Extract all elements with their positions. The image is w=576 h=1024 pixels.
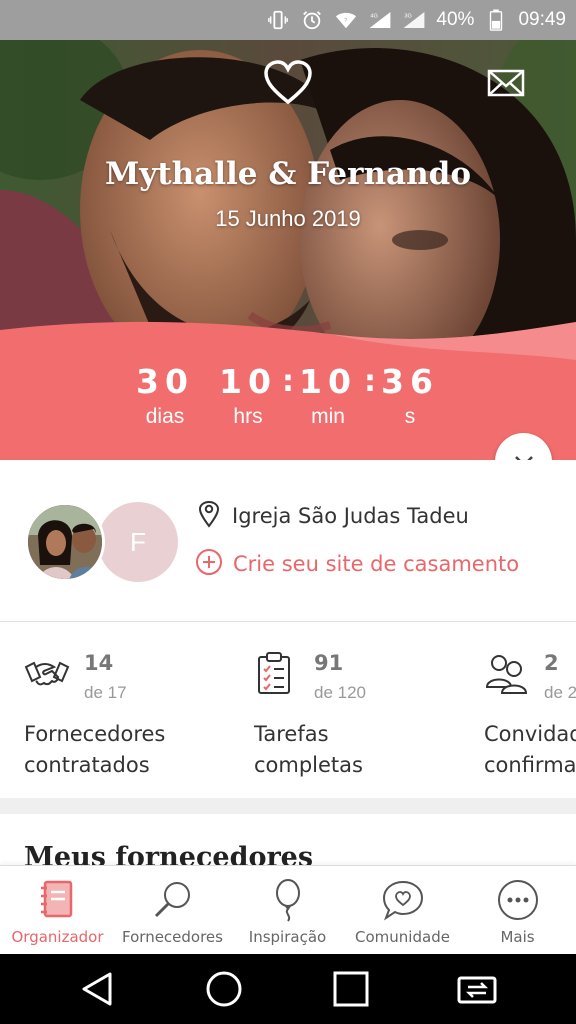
- wifi-icon: ?: [334, 9, 358, 31]
- stat-label-line: contratados: [24, 753, 150, 777]
- nav-inspiracao[interactable]: Inspiração: [230, 866, 345, 955]
- home-icon[interactable]: [204, 969, 244, 1009]
- svg-text:4G: 4G: [371, 14, 378, 20]
- hours-value: 10: [219, 362, 277, 401]
- stat-label-line: Tarefas: [254, 722, 329, 746]
- nav-mais[interactable]: Mais: [460, 866, 575, 955]
- nav-label: Fornecedores: [122, 928, 223, 946]
- heart-icon[interactable]: [263, 60, 313, 106]
- stats-carousel[interactable]: 14 de 17 Fornecedores contratados 91 de …: [0, 623, 576, 798]
- create-site-label: Crie seu site de casamento: [233, 552, 520, 576]
- nav-label: Organizador: [11, 928, 104, 946]
- stat-number: 91: [314, 651, 344, 675]
- days-label: dias: [145, 405, 185, 428]
- switch-apps-icon[interactable]: [457, 969, 497, 1009]
- alarm-icon: [300, 9, 324, 31]
- nav-organizador[interactable]: Organizador: [0, 866, 115, 955]
- chat-heart-icon: [381, 878, 425, 922]
- recents-icon[interactable]: [331, 969, 371, 1009]
- stat-total: de 2: [544, 683, 576, 702]
- seconds-value: 36: [381, 362, 439, 401]
- balloon-icon: [266, 878, 310, 922]
- nav-label: Inspiração: [248, 928, 327, 946]
- days-value: 30: [136, 362, 194, 401]
- minutes-label: min: [311, 405, 345, 428]
- svg-text:?: ?: [345, 18, 348, 24]
- countdown-hours: 10 hrs: [203, 362, 293, 429]
- stat-number: 14: [84, 651, 114, 675]
- wedding-date: 15 Junho 2019: [215, 206, 361, 231]
- stat-label-line: Convidados: [484, 722, 576, 746]
- vibrate-icon: [266, 9, 290, 31]
- stat-total: de 17: [84, 683, 127, 702]
- stat-number: 2: [544, 651, 559, 675]
- countdown-minutes: 10 min: [283, 362, 373, 429]
- seconds-label: s: [404, 405, 416, 428]
- battery-icon: [484, 9, 508, 31]
- stat-label-line: Fornecedores: [24, 722, 166, 746]
- section-divider: [0, 798, 576, 814]
- system-nav-bar: [0, 954, 576, 1024]
- create-site-link[interactable]: Crie seu site de casamento: [195, 548, 519, 580]
- hours-label: hrs: [233, 405, 263, 428]
- checklist-icon: [254, 651, 300, 697]
- avatar[interactable]: [25, 502, 105, 582]
- bottom-navigation: Organizador Fornecedores Inspiração Comu…: [0, 865, 576, 954]
- stat-total: de 120: [314, 683, 366, 702]
- status-bar: ? 4G 3G 40% 09:49: [0, 0, 576, 40]
- more-icon: [496, 878, 540, 922]
- nav-fornecedores[interactable]: Fornecedores: [115, 866, 230, 955]
- countdown-days: 30 dias: [120, 362, 210, 429]
- nav-label: Mais: [500, 928, 535, 946]
- countdown-seconds: 36 s: [365, 362, 455, 429]
- hero-banner: Mythalle & Fernando 15 Junho 2019 30 dia…: [0, 40, 576, 460]
- battery-percent: 40%: [436, 9, 475, 30]
- mail-icon[interactable]: [487, 68, 525, 98]
- couple-names: Mythalle & Fernando: [104, 156, 471, 192]
- magnifier-icon: [151, 878, 195, 922]
- venue-row[interactable]: Igreja São Judas Tadeu: [198, 500, 469, 532]
- clock-time: 09:49: [518, 9, 566, 30]
- stat-label: Convidados confirmados: [484, 719, 576, 781]
- partner-avatar[interactable]: F: [98, 502, 178, 582]
- venue-name: Igreja São Judas Tadeu: [232, 504, 469, 528]
- add-circle-icon: [195, 548, 223, 580]
- nav-comunidade[interactable]: Comunidade: [345, 866, 460, 955]
- location-pin-icon: [198, 500, 220, 532]
- signal-3g-icon: 3G: [402, 9, 426, 31]
- countdown: 30 dias 10 hrs : 10 min : 36 s: [0, 362, 576, 452]
- back-icon[interactable]: [78, 969, 118, 1009]
- stat-label: Tarefas completas: [254, 719, 363, 781]
- nav-label: Comunidade: [355, 928, 450, 946]
- couple-info-card: F Igreja São Judas Tadeu Crie seu site d…: [0, 460, 576, 622]
- stat-label-line: confirmados: [484, 753, 576, 777]
- signal-4g-icon: 4G: [368, 9, 392, 31]
- stat-label: Fornecedores contratados: [24, 719, 165, 781]
- guests-icon: [484, 651, 530, 697]
- stat-label-line: completas: [254, 753, 363, 777]
- minutes-value: 10: [299, 362, 357, 401]
- planner-icon: [36, 878, 80, 922]
- svg-text:3G: 3G: [405, 14, 412, 20]
- handshake-icon: [24, 651, 70, 697]
